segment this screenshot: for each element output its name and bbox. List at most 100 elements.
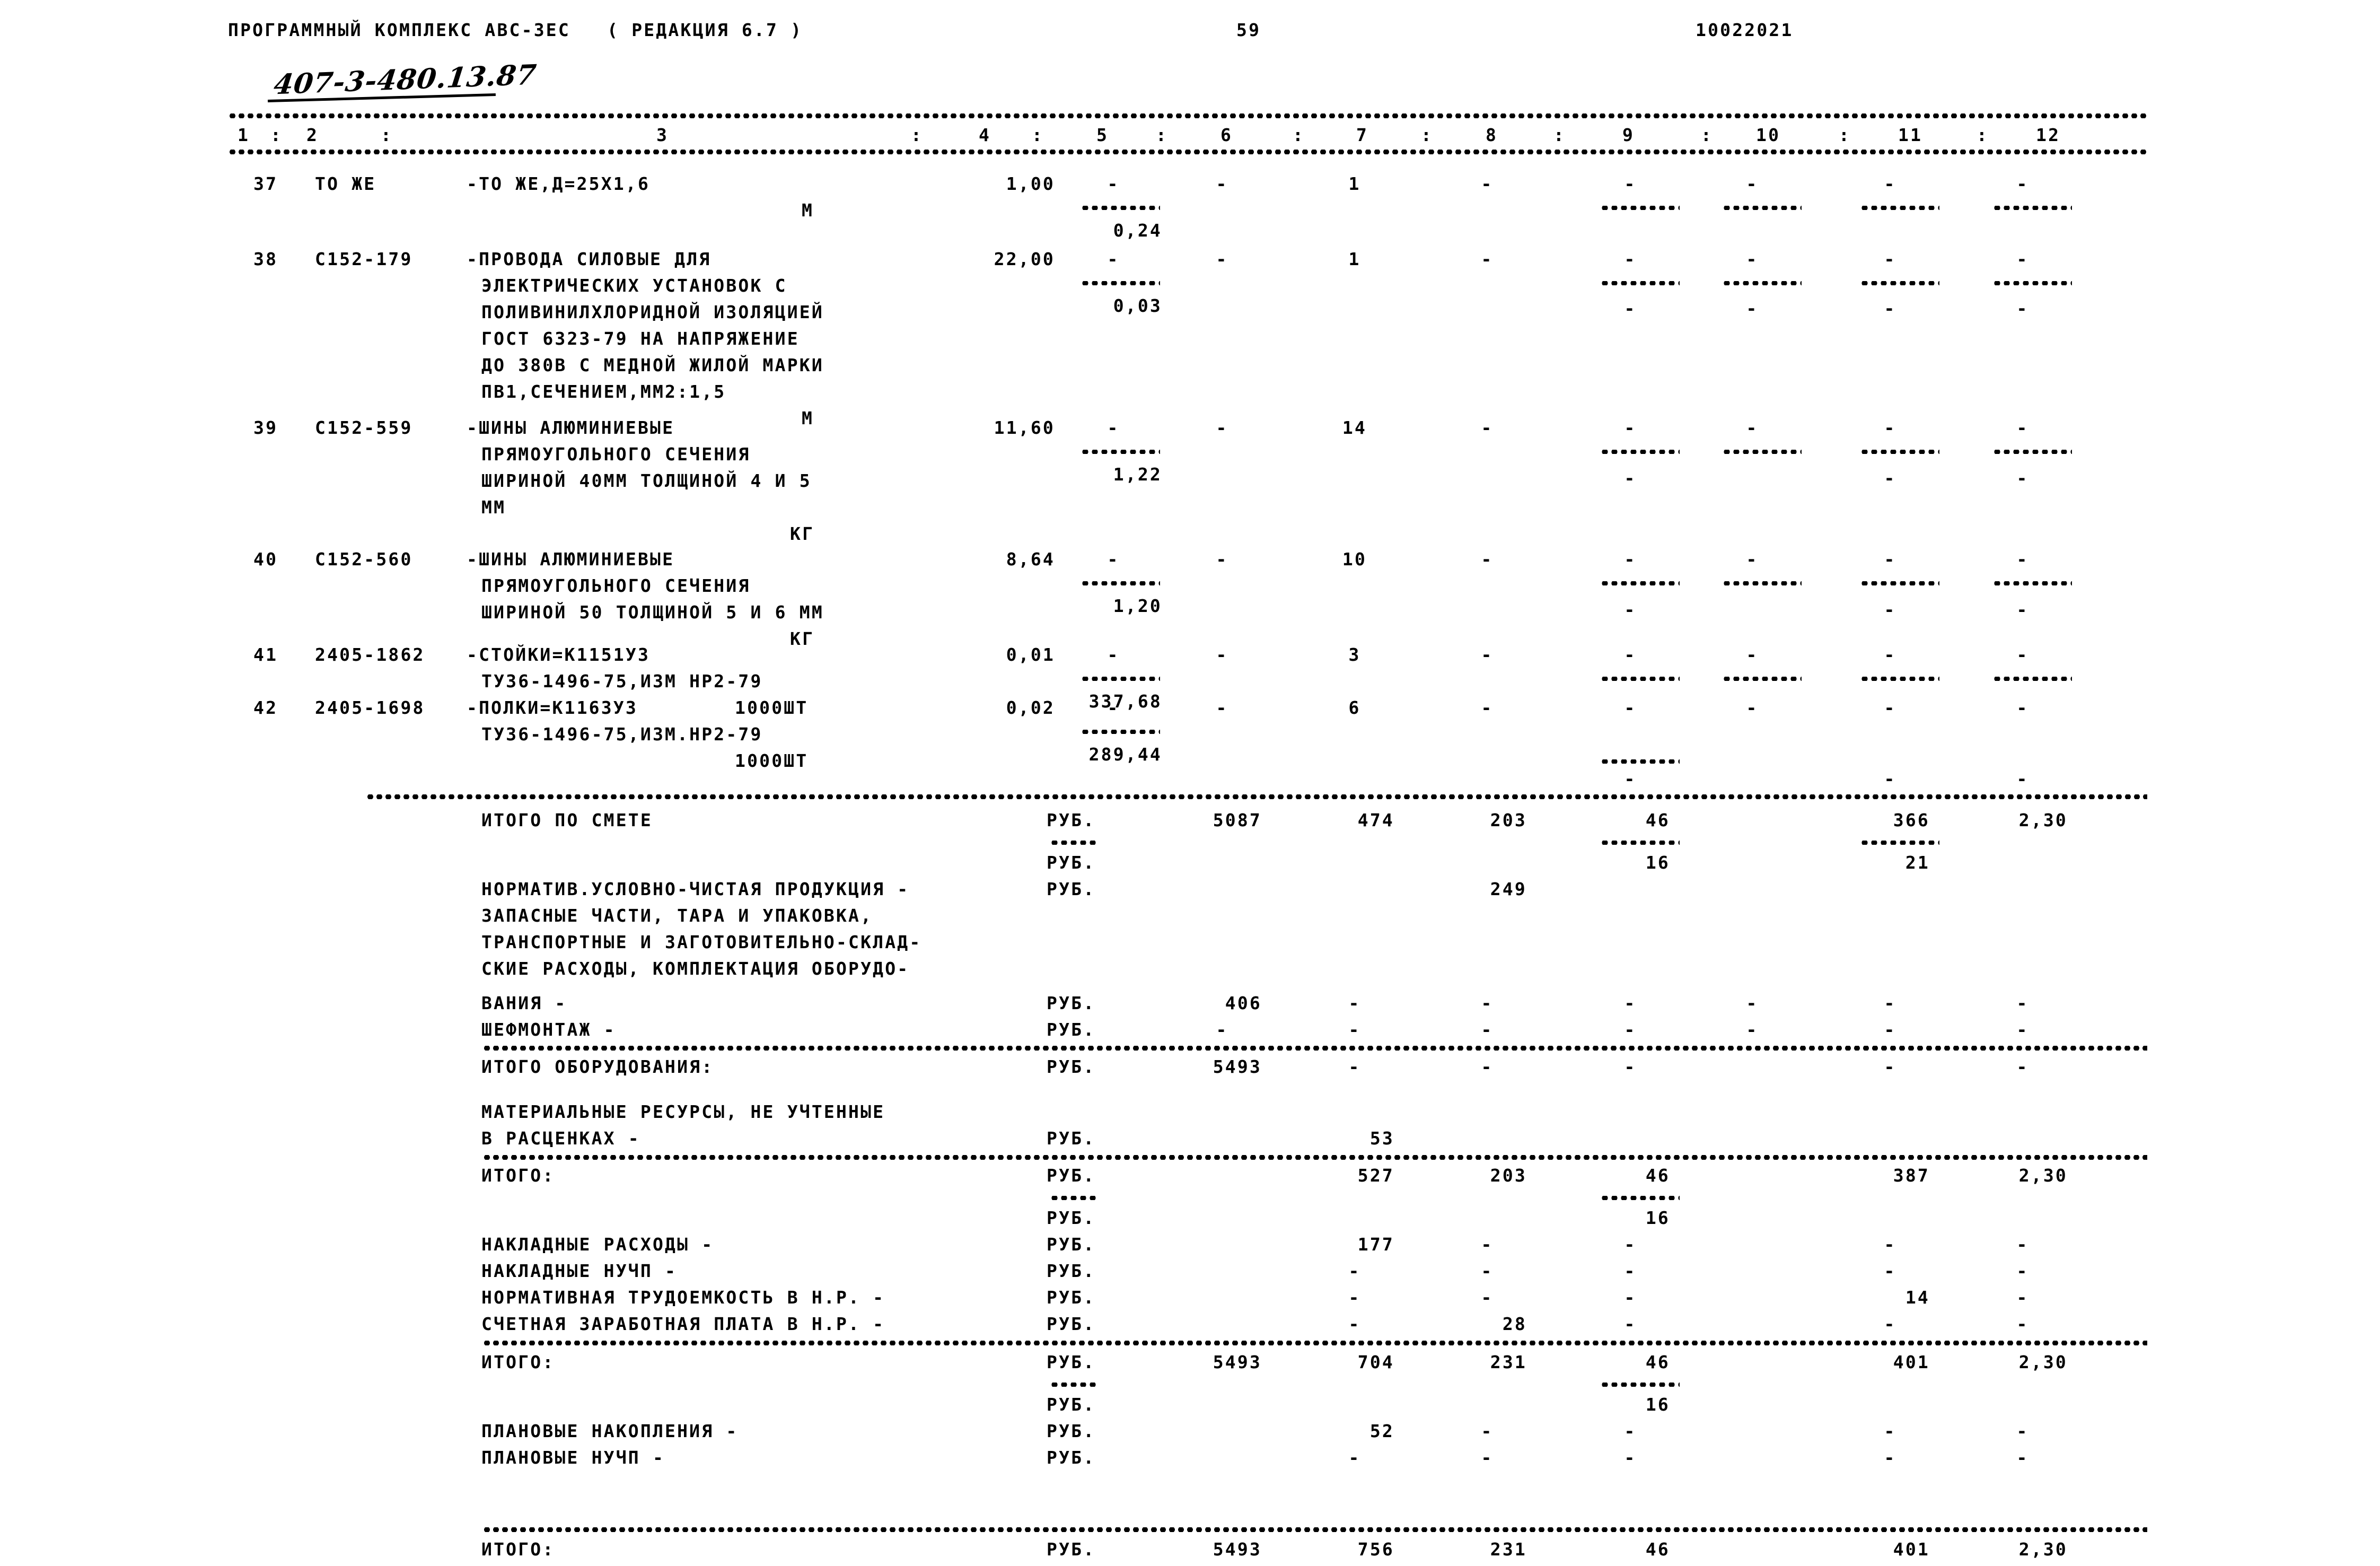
col-sep-8: : xyxy=(1553,125,1566,145)
col-sep-11: : xyxy=(1977,125,1989,145)
cell-col9: - xyxy=(1624,173,1637,194)
summary-col8: 203 xyxy=(1490,810,1527,830)
cell-col11: - xyxy=(1884,549,1896,570)
item-desc-line: ПРЯМОУГОЛЬНОГО СЕЧЕНИЯ xyxy=(481,575,751,596)
summary-col12: 2,30 xyxy=(2018,1165,2068,1186)
summary-label-total-estimate: ИТОГО ПО СМЕТЕ xyxy=(481,810,653,830)
item-desc-line: ПОЛИВИНИЛХЛОРИДНОЙ ИЗОЛЯЦИЕЙ xyxy=(481,302,824,322)
item-desc-line: ЭЛЕКТРИЧЕСКИХ УСТАНОВОК С xyxy=(481,275,787,296)
summary-col6: 5493 xyxy=(1213,1352,1262,1372)
cell-col7: 3 xyxy=(1348,644,1361,665)
summary-unit: РУБ. xyxy=(1047,1287,1096,1308)
summary-col7: - xyxy=(1348,1019,1361,1040)
cell-col5-top: - xyxy=(1107,417,1120,438)
item-code: 2405-1698 xyxy=(315,697,425,718)
summary-col9: 46 xyxy=(1645,1165,1670,1186)
summary-unit: РУБ. xyxy=(1047,1056,1096,1077)
summary-col11: - xyxy=(1884,1447,1896,1468)
cell-col11-dot: - xyxy=(1884,298,1896,319)
summary-col7: 704 xyxy=(1357,1352,1394,1372)
cell-col4: 22,00 xyxy=(994,249,1055,269)
cell-col9: - xyxy=(1624,644,1637,665)
summary-col9: - xyxy=(1624,1421,1637,1441)
cell-col5-bottom: 289,44 xyxy=(1088,744,1162,765)
cell-col10: - xyxy=(1746,417,1759,438)
rule-col5 xyxy=(1081,281,1160,285)
cell-col5-top: - xyxy=(1107,644,1120,665)
rule-col11 xyxy=(1860,281,1939,285)
item-number: 38 xyxy=(253,249,278,269)
summary-col6: 5493 xyxy=(1213,1539,1262,1560)
summary-label-materials: МАТЕРИАЛЬНЫЕ РЕСУРСЫ, НЕ УЧТЕННЫЕ xyxy=(481,1101,885,1122)
col-sep-7: : xyxy=(1421,125,1434,145)
col-header-11: 11 xyxy=(1898,125,1923,145)
summary-label-calc-wage: СЧЕТНАЯ ЗАРАБОТНАЯ ПЛАТА В Н.Р. - xyxy=(481,1314,885,1334)
rule-col10 xyxy=(1722,581,1802,585)
cell-col9-dot: - xyxy=(1624,599,1637,620)
summary-col8: 249 xyxy=(1490,879,1527,899)
cell-col12: - xyxy=(2016,697,2029,718)
summary-col11: - xyxy=(1884,993,1896,1013)
item-desc-line: -СТОЙКИ=К1151У3 xyxy=(467,644,651,665)
item-desc-line: ШИРИНОЙ 50 ТОЛЩИНОЙ 5 И 6 ММ xyxy=(481,602,824,623)
summary-col8: - xyxy=(1481,1234,1494,1255)
cell-col12-dot: - xyxy=(2016,768,2029,789)
cell-col7: 10 xyxy=(1342,549,1367,570)
summary-col10: - xyxy=(1746,993,1759,1013)
summary-unit: РУБ. xyxy=(1047,1128,1096,1149)
rule-col5 xyxy=(1081,206,1160,210)
summary-unit: РУБ. xyxy=(1047,810,1096,830)
cell-col12: - xyxy=(2016,417,2029,438)
summary-label-vaniya: ВАНИЯ - xyxy=(481,993,567,1013)
summary-label-overhead-nucp: НАКЛАДНЫЕ НУЧП - xyxy=(481,1261,678,1281)
rule-col9-itogo1 xyxy=(1600,1196,1680,1200)
summary-col11: - xyxy=(1884,1261,1896,1281)
item-desc-line: ТУ36-1496-75,ИЗМ.НР2-79 xyxy=(481,724,763,745)
item-unit: 1000ШТ xyxy=(735,750,809,771)
col-sep-5: : xyxy=(1156,125,1169,145)
summary-col11: - xyxy=(1884,1314,1896,1334)
cell-col8: - xyxy=(1481,549,1494,570)
summary-col12: - xyxy=(2016,1421,2029,1441)
summary-col6: - xyxy=(1216,1019,1228,1040)
summary-col7: 53 xyxy=(1369,1128,1394,1149)
summary-label-shefmontazh: ШЕФМОНТАЖ - xyxy=(481,1019,616,1040)
cell-col9: - xyxy=(1624,249,1637,269)
col-header-9: 9 xyxy=(1622,125,1635,145)
item-desc-line: -ТО ЖЕ,Д=25Х1,6 xyxy=(467,173,651,194)
cell-col9-dot: - xyxy=(1624,768,1637,789)
summary-col9: - xyxy=(1624,993,1637,1013)
summary-col8: - xyxy=(1481,993,1494,1013)
rule-col5 xyxy=(1081,730,1160,734)
cell-col12: - xyxy=(2016,644,2029,665)
item-desc-line: ТУ36-1496-75,ИЗМ НР2-79 xyxy=(481,671,763,692)
cell-col11-dot: - xyxy=(1884,468,1896,488)
col-header-7: 7 xyxy=(1356,125,1369,145)
cell-col6: - xyxy=(1216,249,1228,269)
col-header-3: 3 xyxy=(656,125,669,145)
summary-col11: - xyxy=(1884,1019,1896,1040)
item-number: 42 xyxy=(253,697,278,718)
summary-col12: - xyxy=(2016,1234,2029,1255)
summary-col9: 16 xyxy=(1645,1394,1670,1415)
cell-col10: - xyxy=(1746,549,1759,570)
col-sep-9: : xyxy=(1701,125,1714,145)
cell-col9: - xyxy=(1624,417,1637,438)
item-unit: КГ xyxy=(790,628,815,649)
summary-col11: - xyxy=(1884,1421,1896,1441)
summary-col8: - xyxy=(1481,1261,1494,1281)
rule-col10 xyxy=(1722,206,1802,210)
summary-col7: - xyxy=(1348,1056,1361,1077)
rule-col5 xyxy=(1081,677,1160,681)
summary-col9: 46 xyxy=(1645,1352,1670,1372)
summary-label-nucp: НОРМАТИВ.УСЛОВНО-ЧИСТАЯ ПРОДУКЦИЯ - xyxy=(481,879,910,899)
summary-col8: - xyxy=(1481,1287,1494,1308)
summary-unit: РУБ. xyxy=(1047,1352,1096,1372)
summary-col11: 401 xyxy=(1893,1539,1930,1560)
summary-col8: 231 xyxy=(1490,1539,1527,1560)
cell-col12: - xyxy=(2016,249,2029,269)
summary-label-nucp: ЗАПАСНЫЕ ЧАСТИ, ТАРА И УПАКОВКА, xyxy=(481,905,873,926)
summary-unit: РУБ. xyxy=(1047,993,1096,1013)
cell-col6: - xyxy=(1216,173,1228,194)
item-unit: КГ xyxy=(790,523,815,544)
